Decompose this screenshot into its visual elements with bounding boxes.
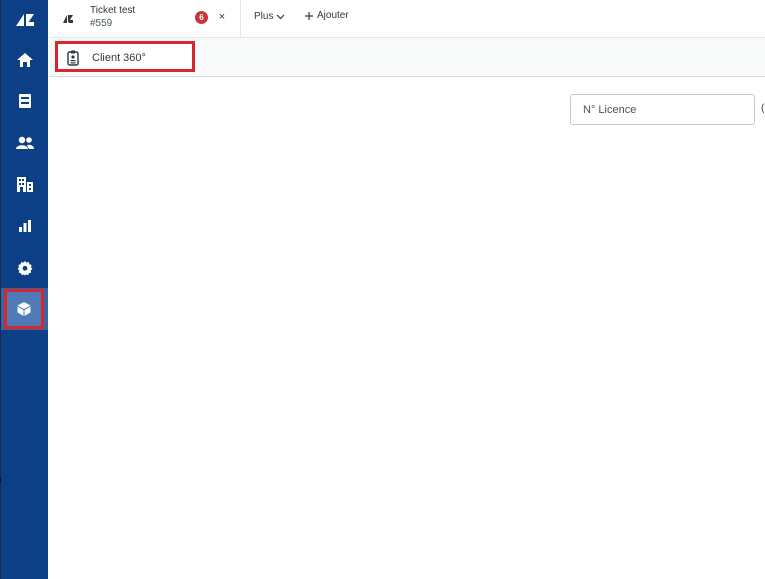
- sidebar: [1, 0, 48, 579]
- window-edge-mark: [0, 478, 1, 482]
- ticket-tab-title: Ticket test: [90, 5, 136, 16]
- organizations-icon[interactable]: [1, 164, 48, 204]
- more-tabs-label: Plus: [254, 11, 274, 22]
- zendesk-ticket-icon: [62, 11, 74, 29]
- ticket-tab-number: #559: [90, 18, 113, 29]
- clipped-text: (: [761, 103, 765, 114]
- license-number-input[interactable]: [570, 94, 755, 125]
- id-badge-icon: [67, 50, 79, 71]
- zendesk-logo-icon[interactable]: [1, 0, 48, 40]
- tab-bar: Ticket test #559 6 × Plus Ajouter: [49, 0, 765, 38]
- plus-icon: [305, 11, 313, 20]
- tab-ticket[interactable]: Ticket test #559 6 ×: [49, 0, 241, 37]
- add-tab-label: Ajouter: [317, 10, 349, 21]
- more-tabs-button[interactable]: Plus: [254, 11, 285, 22]
- home-icon[interactable]: [1, 40, 48, 80]
- client-360-label: Client 360°: [92, 52, 146, 64]
- add-tab-button[interactable]: Ajouter: [305, 10, 349, 21]
- users-icon[interactable]: [1, 123, 48, 163]
- views-icon[interactable]: [1, 81, 48, 121]
- chevron-down-icon: [277, 14, 285, 19]
- tab-client-360[interactable]: Client 360°: [55, 41, 195, 72]
- apps-cube-icon[interactable]: [4, 289, 44, 329]
- notification-badge: 6: [195, 11, 208, 24]
- admin-gear-icon[interactable]: [1, 248, 48, 288]
- reporting-icon[interactable]: [1, 206, 48, 246]
- app-subheader: Client 360°: [49, 38, 765, 77]
- close-tab-button[interactable]: ×: [216, 10, 228, 24]
